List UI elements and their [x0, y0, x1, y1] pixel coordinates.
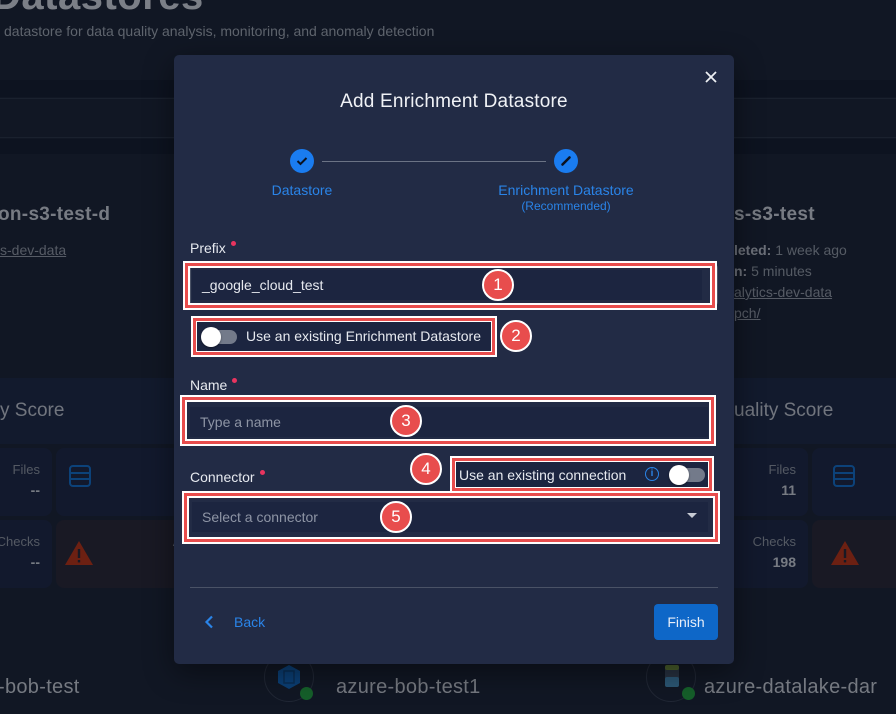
use-existing-enrichment-label: Use an existing Enrichment Datastore [246, 328, 481, 344]
prefix-label-text: Prefix [190, 240, 226, 256]
stepper: Datastore Enrichment Datastore (Recommen… [174, 148, 734, 218]
close-button[interactable] [702, 68, 720, 86]
finish-button[interactable]: Finish [654, 604, 718, 640]
name-input[interactable]: Type a name [190, 407, 708, 437]
check-icon [296, 157, 308, 166]
name-label: Name [190, 377, 238, 393]
dialog-title: Add Enrichment Datastore [340, 91, 568, 112]
annotation-badge-2: 2 [500, 320, 532, 352]
footer-divider [190, 587, 718, 588]
use-existing-enrichment-toggle[interactable] [201, 327, 237, 347]
step-active-indicator [554, 149, 578, 173]
annotation-badge-4: 4 [410, 453, 442, 485]
close-icon[interactable] [704, 70, 718, 84]
chevron-down-icon[interactable] [687, 513, 697, 518]
pencil-icon [561, 156, 571, 166]
prefix-input[interactable]: _google_cloud_test [192, 270, 702, 300]
back-label: Back [234, 614, 266, 630]
name-label-text: Name [190, 377, 228, 393]
required-indicator [232, 378, 238, 383]
back-button[interactable]: Back [204, 611, 265, 633]
annotation-badge-5: 5 [380, 501, 412, 533]
required-indicator [259, 470, 265, 475]
connector-label-text: Connector [190, 469, 255, 485]
info-icon[interactable]: i [645, 467, 659, 481]
add-enrichment-datastore-dialog: Add Enrichment Datastore Datastore Enric… [174, 55, 734, 664]
use-existing-connection-toggle[interactable] [669, 465, 705, 485]
required-indicator [230, 241, 236, 246]
step-label-enrichment: Enrichment Datastore [498, 182, 634, 198]
use-existing-connection-label: Use an existing connection [459, 467, 627, 483]
connector-label: Connector [190, 469, 265, 485]
annotation-badge-1: 1 [482, 269, 514, 301]
use-existing-enrichment-row[interactable]: Use an existing Enrichment Datastore [197, 322, 491, 351]
use-existing-connection-row[interactable]: Use an existing connection i [456, 462, 708, 487]
annotation-badge-3: 3 [390, 405, 422, 437]
connector-select[interactable]: Select a connector [192, 502, 708, 532]
chevron-left-icon [204, 615, 213, 629]
prefix-label: Prefix [190, 240, 236, 256]
toggle-knob [201, 327, 221, 347]
step-connector-line [322, 161, 546, 162]
step-sublabel: (Recommended) [521, 199, 611, 213]
step-complete-indicator [290, 149, 314, 173]
step-label-datastore: Datastore [271, 182, 333, 198]
toggle-knob [669, 465, 689, 485]
